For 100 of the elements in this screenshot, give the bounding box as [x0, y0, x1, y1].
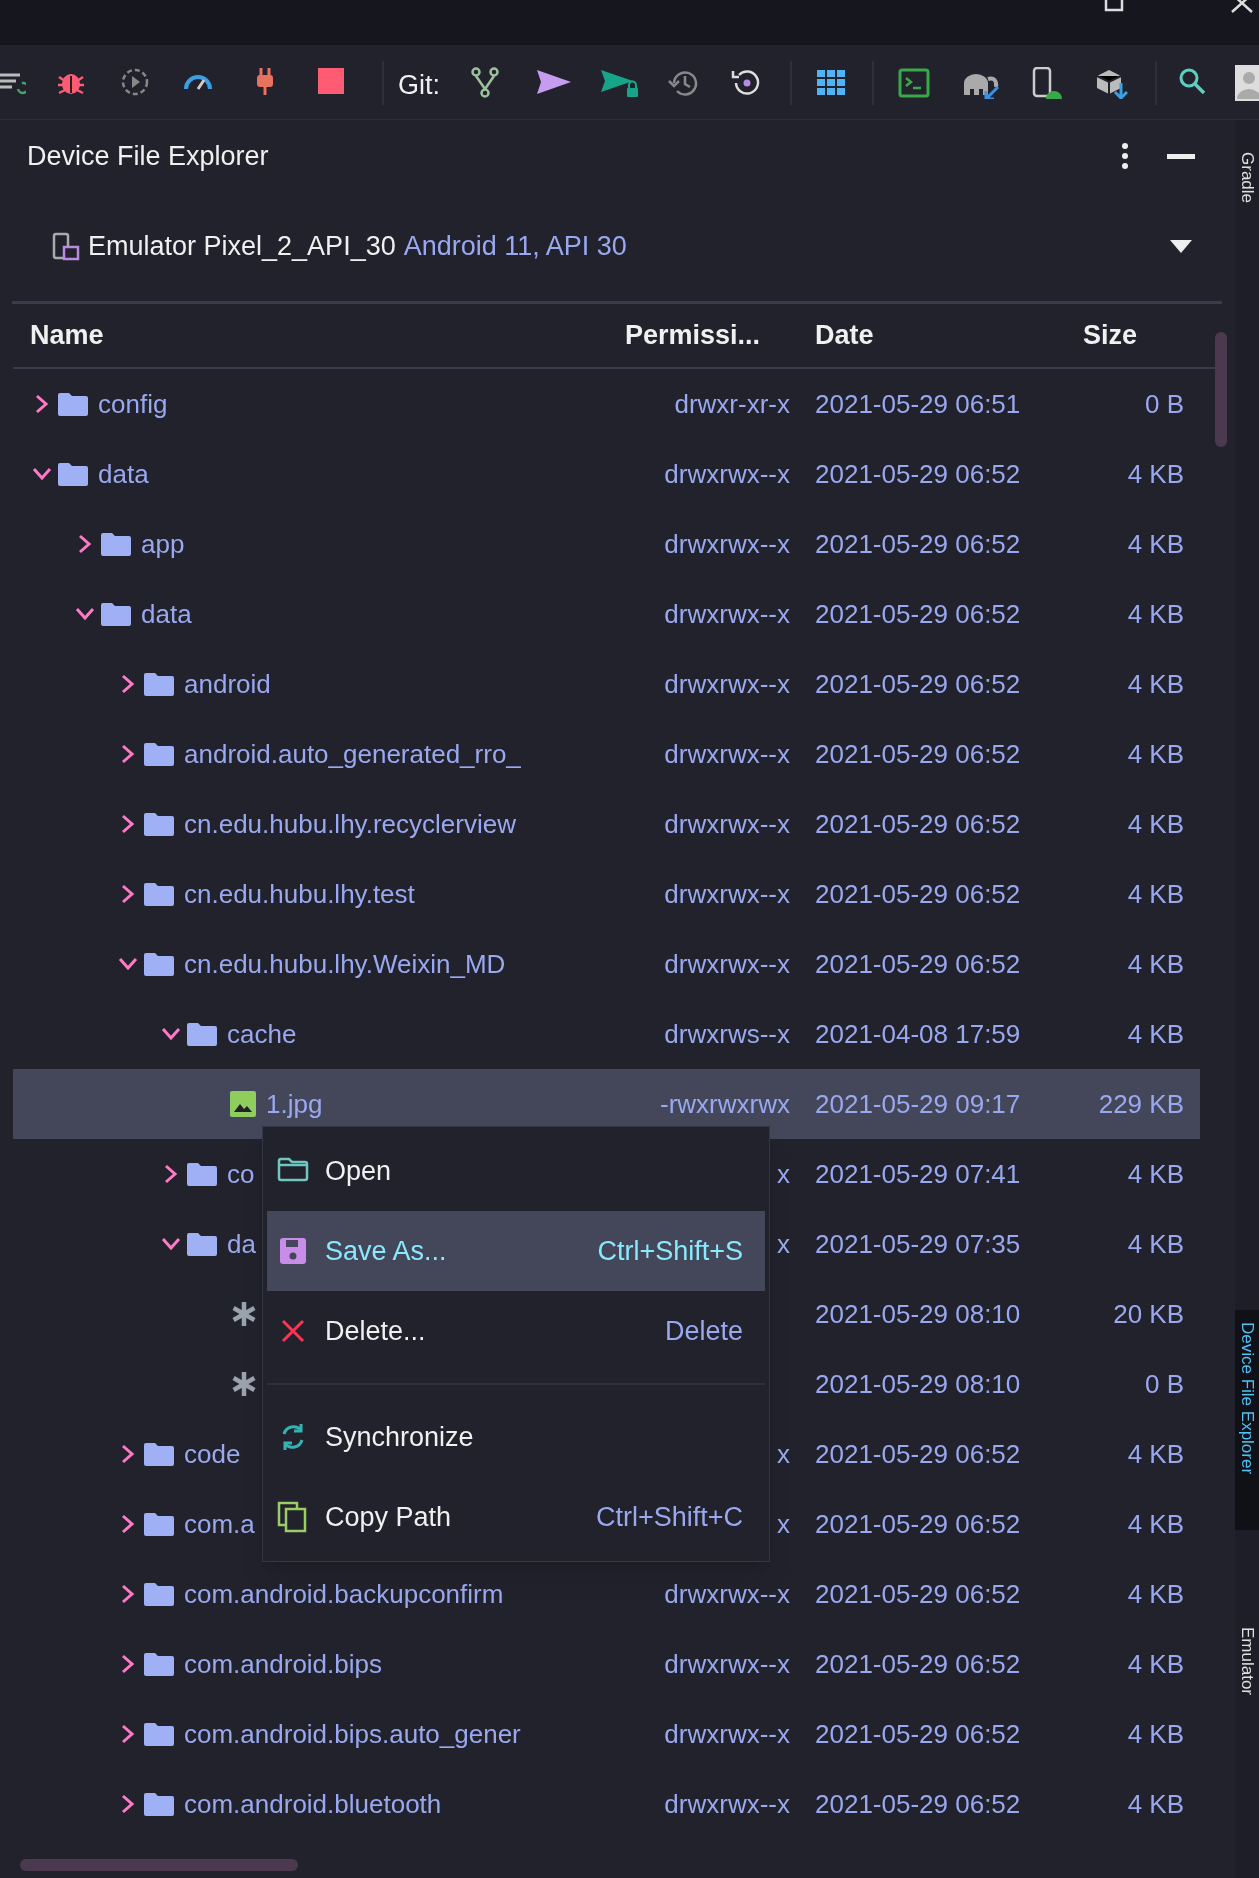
expand-chevron-icon[interactable]: [121, 744, 135, 764]
size-column-header[interactable]: Size: [1075, 315, 1184, 356]
send-lock-icon[interactable]: [600, 67, 640, 99]
side-tab[interactable]: Gradle: [1235, 140, 1259, 230]
folder-icon: [58, 462, 88, 486]
shortcut-text: Ctrl+Shift+C: [595, 1500, 743, 1534]
file-name: com.android.backupconfirm: [184, 1577, 504, 1611]
folder-icon: [187, 1232, 217, 1256]
size-text: 4 KB: [1127, 528, 1184, 559]
expand-chevron-icon[interactable]: [121, 814, 135, 834]
side-tab[interactable]: Device File Explorer: [1235, 1310, 1259, 1530]
size-text: 4 KB: [1127, 1438, 1184, 1469]
permissions-text: x: [777, 1228, 790, 1259]
permissions-text: drwxrwx--x: [664, 458, 790, 489]
package-download-icon[interactable]: [1094, 67, 1130, 99]
size-text: 229 KB: [1098, 1088, 1184, 1119]
horizontal-scrollbar[interactable]: [20, 1859, 298, 1871]
file-name: cn.edu.hubu.lhy.Weixin_MD: [184, 947, 506, 981]
collapse-chevron-icon[interactable]: [32, 467, 52, 481]
expand-chevron-icon[interactable]: [78, 534, 92, 554]
permissions-column-header[interactable]: Permissi...: [613, 315, 790, 356]
date-text: 2021-05-29 06:52: [815, 458, 1021, 489]
date-text: 2021-04-08 17:59: [815, 1018, 1021, 1049]
menu-item[interactable]: Save As... Ctrl+Shift+S: [267, 1211, 765, 1291]
expand-chevron-icon[interactable]: [121, 1584, 135, 1604]
folder-icon: [144, 1792, 174, 1816]
expand-chevron-icon[interactable]: [121, 674, 135, 694]
file-name: data: [98, 457, 149, 491]
vertical-scrollbar[interactable]: [1215, 332, 1227, 447]
date-text: 2021-05-29 06:52: [815, 528, 1021, 559]
name-column-header[interactable]: Name: [13, 315, 613, 356]
folder-icon: [187, 1162, 217, 1186]
side-tab[interactable]: Emulator: [1235, 1615, 1259, 1725]
close-icon[interactable]: [1230, 0, 1254, 14]
folder-icon: [144, 1512, 174, 1536]
device-dropdown[interactable]: Emulator Pixel_2_API_30 Android 11, API 30: [12, 192, 1222, 304]
date-column-header[interactable]: Date: [790, 315, 1075, 356]
shortcut-text: Ctrl+Shift+S: [597, 1234, 743, 1268]
size-text: 4 KB: [1127, 1578, 1184, 1609]
file-name: com.android.bips: [184, 1647, 382, 1681]
date-text: 2021-05-29 08:10: [815, 1298, 1021, 1329]
file-name: da: [227, 1227, 256, 1261]
file-name: com.android.bips.auto_gener: [184, 1717, 521, 1751]
folder-icon: [144, 742, 174, 766]
expand-chevron-icon[interactable]: [121, 884, 135, 904]
permissions-text: drwxrws--x: [664, 1018, 790, 1049]
date-text: 2021-05-29 08:10: [815, 1368, 1021, 1399]
menu-item[interactable]: Synchronize: [267, 1397, 765, 1477]
terminal-icon[interactable]: [898, 67, 930, 99]
permissions-text: drwxrwx--x: [664, 948, 790, 979]
folder-icon: [144, 1722, 174, 1746]
date-text: 2021-05-29 06:52: [815, 1788, 1021, 1819]
branch-icon[interactable]: [470, 67, 500, 99]
size-text: 4 KB: [1127, 1158, 1184, 1189]
menu-label: Save As...: [325, 1234, 447, 1268]
date-text: 2021-05-29 06:52: [815, 738, 1021, 769]
size-text: 4 KB: [1127, 948, 1184, 979]
asterisk-file-icon: [230, 1300, 258, 1328]
file-name: app: [141, 527, 185, 561]
expand-chevron-icon[interactable]: [121, 1514, 135, 1534]
expand-chevron-icon[interactable]: [121, 1444, 135, 1464]
date-text: 2021-05-29 07:35: [815, 1228, 1021, 1259]
expand-chevron-icon[interactable]: [121, 1794, 135, 1814]
collapse-chevron-icon[interactable]: [75, 607, 95, 621]
folder-icon: [144, 672, 174, 696]
date-text: 2021-05-29 06:52: [815, 808, 1021, 839]
size-text: 4 KB: [1127, 1508, 1184, 1539]
collapse-chevron-icon[interactable]: [161, 1027, 181, 1041]
date-text: 2021-05-29 09:17: [815, 1088, 1021, 1119]
date-text: 2021-05-29 06:51: [815, 388, 1021, 419]
date-text: 2021-05-29 06:52: [815, 1508, 1021, 1539]
device-icon: [50, 230, 82, 263]
git-label: Git:: [398, 69, 440, 102]
expand-chevron-icon[interactable]: [121, 1654, 135, 1674]
minimize-icon[interactable]: [1167, 153, 1195, 159]
menu-item[interactable]: Copy Path Ctrl+Shift+C: [267, 1477, 765, 1557]
file-name: 1.jpg: [266, 1087, 323, 1121]
expand-chevron-icon[interactable]: [121, 1724, 135, 1744]
permissions-text: drwxrwx--x: [664, 1718, 790, 1749]
more-icon[interactable]: [1121, 142, 1129, 170]
file-name: co: [227, 1157, 255, 1191]
expand-chevron-icon[interactable]: [164, 1164, 178, 1184]
phone-android-icon[interactable]: [1030, 67, 1064, 99]
permissions-text: drwxrwx--x: [664, 738, 790, 769]
permissions-text: x: [777, 1158, 790, 1189]
permissions-text: drwxrwx--x: [664, 528, 790, 559]
date-text: 2021-05-29 06:52: [815, 1648, 1021, 1679]
date-text: 2021-05-29 06:52: [815, 878, 1021, 909]
selected-row[interactable]: 1.jpg -rwxrwxrwx 2021-05-29 09:17 229 KB: [13, 1069, 1200, 1139]
size-text: 4 KB: [1127, 878, 1184, 909]
menu-item[interactable]: Delete... Delete: [267, 1291, 765, 1371]
collapse-chevron-icon[interactable]: [118, 957, 138, 971]
expand-chevron-icon[interactable]: [35, 394, 49, 414]
file-name: cn.edu.hubu.lhy.recyclerview: [184, 807, 516, 841]
date-text: 2021-05-29 06:52: [815, 1438, 1021, 1469]
collapse-chevron-icon[interactable]: [161, 1237, 181, 1251]
permissions-text: drwxrwx--x: [664, 1648, 790, 1679]
size-text: 4 KB: [1127, 1718, 1184, 1749]
image-file-icon: [230, 1091, 256, 1117]
file-name: config: [98, 387, 168, 421]
